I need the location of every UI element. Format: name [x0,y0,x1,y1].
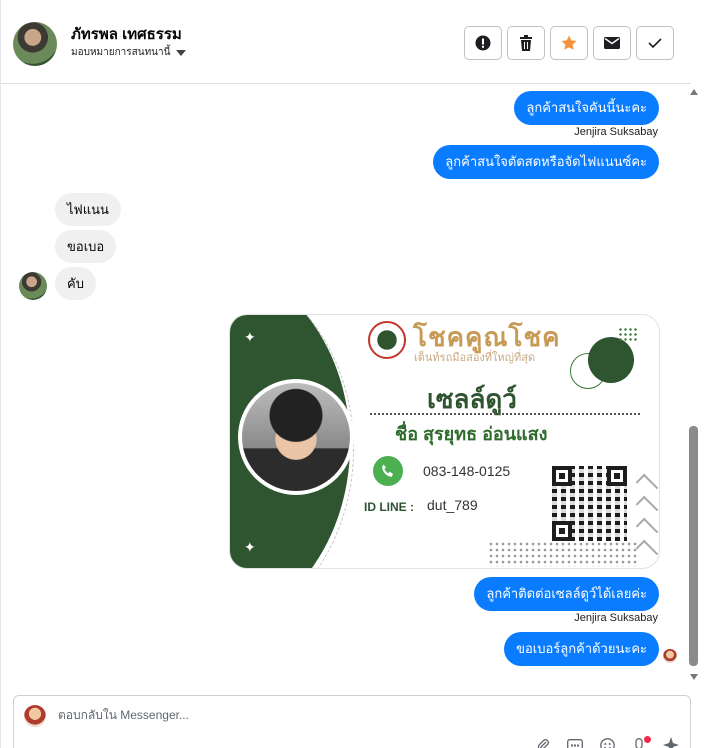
chevron-up-icon [635,495,659,519]
decor-dots [618,327,638,343]
envelope-icon [604,37,620,49]
star-button[interactable] [550,26,588,60]
chevron-up-icon [635,539,659,563]
conversation-panel: ภัทรพล เทศธรรม มอบหมายการสนทนานี้ ลูกค้า… [0,0,707,748]
mark-unread-button[interactable] [593,26,631,60]
attach-icon[interactable] [534,738,552,748]
sender-name: Jenjira Suksabay [574,126,658,138]
chevron-up-icon [635,473,659,497]
card-idline-value: dut_789 [427,497,478,513]
message-incoming[interactable]: คับ [55,267,96,300]
business-card-image[interactable]: ✦ ✦ โชคคูณโชค เต็นท์รถมือสองที่ใหญ่ที่สุ… [229,314,660,569]
chevron-up-icon [635,517,659,541]
sparkle-icon: ✦ [244,329,256,345]
message-outgoing[interactable]: ลูกค้าสนใจตัดสดหรือจัดไฟแนนซ์คะ [433,145,659,179]
contact-avatar[interactable] [13,22,57,66]
star-icon [561,35,577,50]
decor-halftone [488,541,638,567]
card-idline-label: ID LINE : [364,500,414,514]
delete-button[interactable] [507,26,545,60]
mark-done-button[interactable] [636,26,674,60]
spam-button[interactable] [464,26,502,60]
sender-name: Jenjira Suksabay [574,612,658,624]
notification-dot [644,736,651,743]
reply-input[interactable] [58,708,558,722]
message-outgoing[interactable]: ลูกค้าติดต่อเซลล์ดูว์ได้เลยค่ะ [474,577,659,611]
decor-circle [588,337,634,383]
page-avatar [24,705,46,727]
scrollbar-thumb[interactable] [689,426,698,666]
seen-avatar [663,649,677,663]
contact-avatar-small[interactable] [19,272,47,300]
company-logo [368,321,406,359]
composer-tools [534,737,680,748]
header-actions [464,26,674,60]
message-incoming[interactable]: ไฟแนน [55,193,121,226]
message-outgoing[interactable]: ขอเบอร์ลูกค้าด้วยนะคะ [504,632,659,666]
sparkle-icon[interactable] [662,737,680,748]
card-phone: 083-148-0125 [423,463,511,479]
exclamation-circle-icon [475,35,491,51]
card-person-name: ชื่อ สุรยุทธ อ่อนแสง [395,424,548,444]
caret-down-icon [176,49,187,56]
scroll-down-arrow-icon[interactable] [690,674,698,680]
conversation-header: ภัทรพล เทศธรรม มอบหมายการสนทนานี้ [1,0,691,84]
reply-composer [13,695,691,748]
checkmark-icon [648,38,662,49]
card-slogan: เต็นท์รถมือสองที่ใหญ่ที่สุด [414,352,536,364]
contact-name[interactable]: ภัทรพล เทศธรรม [71,22,182,46]
phone-icon [373,456,403,486]
card-divider [370,413,640,415]
emoji-icon[interactable] [598,737,616,748]
scroll-up-arrow-icon[interactable] [690,89,698,95]
qr-code [552,466,627,541]
sparkle-icon: ✦ [244,539,256,555]
assign-label: มอบหมายการสนทนานี้ [71,47,171,58]
salesperson-photo [238,379,354,495]
message-outgoing[interactable]: ลูกค้าสนใจคันนี้นะคะ [514,91,659,125]
message-incoming[interactable]: ขอเบอ [55,230,117,263]
trash-icon [520,35,532,51]
gif-icon[interactable] [566,738,584,748]
assign-conversation-dropdown[interactable]: มอบหมายการสนทนานี้ [71,45,187,60]
